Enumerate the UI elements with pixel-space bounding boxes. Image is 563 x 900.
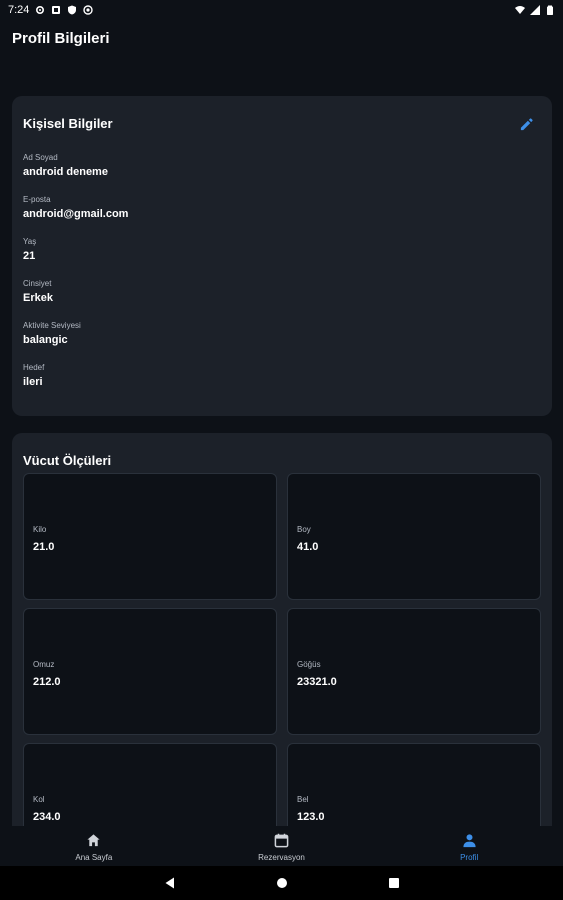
field-value: 21 bbox=[23, 250, 36, 262]
home-icon bbox=[86, 833, 101, 848]
field-label: Hedef bbox=[23, 363, 45, 372]
measurement-tile-shoulder: Omuz 212.0 bbox=[23, 608, 277, 735]
measurement-value: 123.0 bbox=[297, 811, 325, 823]
field-full-name: Ad Soyad android deneme bbox=[23, 152, 128, 194]
edit-icon[interactable] bbox=[518, 116, 534, 132]
page-title: Profil Bilgileri bbox=[12, 29, 110, 47]
nav-label: Ana Sayfa bbox=[75, 852, 113, 862]
status-bar: 7:24 bbox=[0, 0, 563, 20]
field-label: Yaş bbox=[23, 237, 37, 246]
system-navigation-bar bbox=[0, 866, 563, 900]
measurement-value: 234.0 bbox=[33, 811, 61, 823]
field-label: Aktivite Seviyesi bbox=[23, 321, 81, 330]
field-email: E-posta android@gmail.com bbox=[23, 194, 128, 236]
personal-fields: Ad Soyad android deneme E-posta android@… bbox=[23, 152, 128, 404]
nav-label: Rezervasyon bbox=[258, 852, 305, 862]
field-label: Cinsiyet bbox=[23, 279, 52, 288]
nav-item-profile[interactable]: Profil bbox=[375, 826, 563, 866]
signal-icon bbox=[530, 5, 540, 15]
personal-info-title: Kişisel Bilgiler bbox=[23, 116, 113, 131]
person-icon bbox=[462, 833, 477, 848]
notification-icon bbox=[51, 5, 61, 15]
field-label: Ad Soyad bbox=[23, 153, 58, 162]
measurement-value: 23321.0 bbox=[297, 676, 337, 688]
measurements-grid: Kilo 21.0 Boy 41.0 Omuz 212.0 Göğüs 2332… bbox=[23, 473, 541, 826]
home-button-icon[interactable] bbox=[276, 877, 288, 889]
measurement-tile-arm: Kol 234.0 bbox=[23, 743, 277, 826]
nav-item-reservation[interactable]: Rezervasyon bbox=[188, 826, 376, 866]
field-label: E-posta bbox=[23, 195, 51, 204]
field-activity-level: Aktivite Seviyesi balangic bbox=[23, 320, 128, 362]
field-value: Erkek bbox=[23, 292, 53, 304]
bottom-navigation: Ana Sayfa Rezervasyon Profil bbox=[0, 826, 563, 866]
measurement-label: Omuz bbox=[33, 660, 55, 669]
measurement-value: 212.0 bbox=[33, 676, 61, 688]
measurement-value: 41.0 bbox=[297, 541, 319, 553]
measurement-label: Kol bbox=[33, 795, 45, 804]
field-goal: Hedef ileri bbox=[23, 362, 128, 404]
field-age: Yaş 21 bbox=[23, 236, 128, 278]
measurement-label: Bel bbox=[297, 795, 309, 804]
status-time: 7:24 bbox=[8, 4, 30, 16]
nav-label: Profil bbox=[460, 852, 479, 862]
vpn-icon bbox=[83, 5, 94, 15]
field-value: balangic bbox=[23, 334, 68, 346]
shield-icon bbox=[67, 5, 77, 15]
measurement-tile-height: Boy 41.0 bbox=[287, 473, 541, 600]
measurement-label: Göğüs bbox=[297, 660, 321, 669]
settings-icon bbox=[35, 5, 45, 15]
nav-item-home[interactable]: Ana Sayfa bbox=[0, 826, 188, 866]
recents-icon[interactable] bbox=[388, 877, 400, 889]
body-measurements-card: Vücut Ölçüleri Kilo 21.0 Boy 41.0 Omuz 2… bbox=[12, 433, 552, 826]
field-gender: Cinsiyet Erkek bbox=[23, 278, 128, 320]
back-icon[interactable] bbox=[164, 877, 176, 889]
measurement-label: Boy bbox=[297, 525, 311, 534]
measurement-label: Kilo bbox=[33, 525, 47, 534]
field-value: ileri bbox=[23, 376, 43, 388]
measurement-tile-weight: Kilo 21.0 bbox=[23, 473, 277, 600]
personal-info-card: Kişisel Bilgiler Ad Soyad android deneme… bbox=[12, 96, 552, 416]
app-bar: Profil Bilgileri bbox=[0, 20, 563, 56]
field-value: android deneme bbox=[23, 166, 108, 178]
measurement-value: 21.0 bbox=[33, 541, 55, 553]
body-measurements-title: Vücut Ölçüleri bbox=[23, 453, 112, 468]
calendar-icon bbox=[274, 833, 289, 848]
wifi-icon bbox=[515, 5, 525, 15]
measurement-tile-waist: Bel 123.0 bbox=[287, 743, 541, 826]
field-value: android@gmail.com bbox=[23, 208, 129, 220]
measurement-tile-chest: Göğüs 23321.0 bbox=[287, 608, 541, 735]
profile-scroll-area[interactable]: Kişisel Bilgiler Ad Soyad android deneme… bbox=[0, 56, 563, 826]
battery-icon bbox=[545, 5, 555, 15]
